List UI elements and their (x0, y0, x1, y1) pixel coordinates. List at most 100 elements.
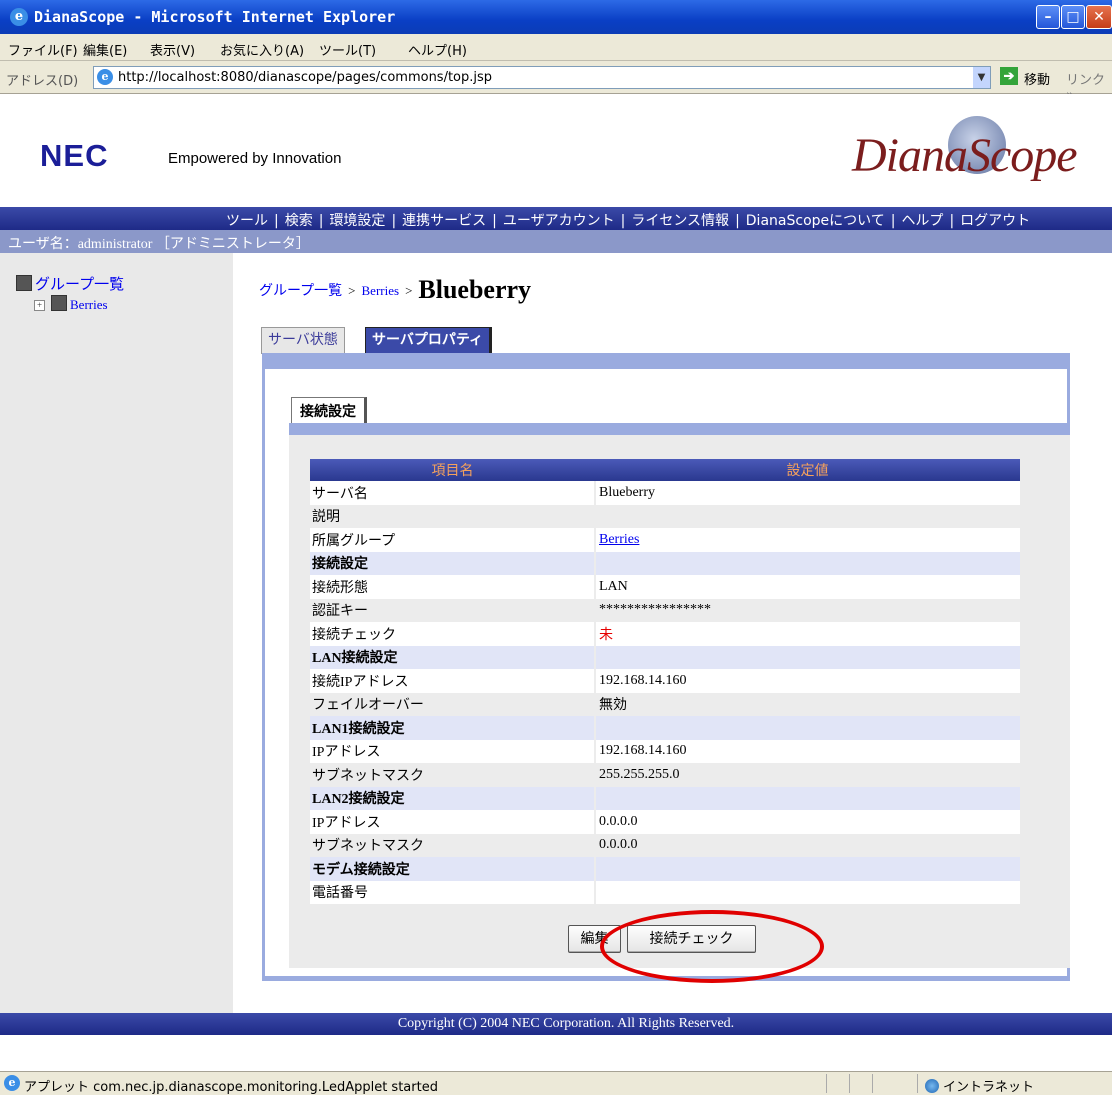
minimize-button[interactable]: – (1036, 5, 1060, 29)
connection-properties-table: 項目名 設定値 サーバ名 Blueberry 説明 所属グループ Berries 接… (310, 459, 1020, 904)
address-bar: アドレス(D) e http://localhost:8080/dianasco… (0, 61, 1112, 103)
row-label: 所属グループ (310, 528, 596, 552)
page-footer: Copyright (C) 2004 NEC Corporation. All … (0, 1013, 1112, 1035)
highlight-ellipse (600, 910, 824, 983)
column-header-item: 項目名 (310, 459, 595, 481)
menu-favorites[interactable]: お気に入り(A) (220, 40, 304, 59)
breadcrumb: グループ一覧 > Berries > Blueberry (259, 275, 531, 305)
row-value (595, 880, 1020, 904)
server-group-icon (51, 295, 67, 311)
menu-edit[interactable]: 編集(E) (83, 40, 127, 59)
breadcrumb-separator: > (405, 283, 413, 298)
tree-item-label: Berries (70, 297, 108, 312)
nav-license[interactable]: ライセンス情報 (631, 213, 729, 229)
section-heading: LAN2接続設定 (310, 786, 596, 810)
nav-integration[interactable]: 連携サービス (402, 213, 486, 229)
nav-settings[interactable]: 環境設定 (329, 213, 385, 229)
status-divider (826, 1074, 827, 1093)
nav-tools[interactable]: ツール (226, 213, 268, 229)
row-value: **************** (595, 598, 1020, 622)
maximize-icon: □ (1066, 9, 1080, 25)
row-value (595, 645, 1020, 669)
main-content: グループ一覧 > Berries > Blueberry サーバ状態 サーバプロパティ … (233, 253, 1112, 1013)
security-zone: イントラネット (925, 1076, 1034, 1095)
row-label: 接続形態 (310, 575, 596, 599)
zone-label: イントラネット (943, 1080, 1035, 1095)
row-label: サブネットマスク (310, 833, 596, 857)
row-value: 0.0.0.0 (595, 833, 1020, 857)
section-heading: LAN接続設定 (310, 645, 596, 669)
top-navigation: ツール | 検索 | 環境設定 | 連携サービス | ユーザアカウント | ライセンス情報 | Dian… (0, 207, 1112, 230)
expand-icon[interactable]: + (34, 300, 45, 311)
row-label: IPアドレス (310, 739, 596, 763)
tab-server-status[interactable]: サーバ状態 (261, 327, 345, 354)
nec-logo: NEC (40, 138, 109, 173)
section-heading: LAN1接続設定 (310, 716, 596, 740)
group-list-icon (16, 275, 32, 291)
breadcrumb-groups[interactable]: グループ一覧 (259, 284, 342, 299)
row-label: フェイルオーバー (310, 692, 596, 716)
connection-check-status: 未 (595, 622, 1020, 646)
tab-connection-settings[interactable]: 接続設定 (291, 397, 367, 426)
ie-logo-icon: e (10, 8, 28, 26)
menu-tools[interactable]: ツール(T) (319, 40, 376, 59)
dianascope-logo-text: DianaScope (852, 129, 1078, 182)
row-label: 認証キー (310, 598, 596, 622)
row-label: サーバ名 (310, 481, 596, 505)
status-divider (917, 1074, 918, 1093)
row-value (595, 786, 1020, 810)
section-heading: モデム接続設定 (310, 857, 596, 881)
nav-about[interactable]: DianaScopeについて (746, 213, 885, 229)
dianascope-logo: DianaScope (848, 110, 1078, 192)
row-label: 電話番号 (310, 880, 596, 904)
row-value (595, 857, 1020, 881)
window-title: DianaScope - Microsoft Internet Explorer (34, 8, 396, 26)
address-input[interactable]: e http://localhost:8080/dianascope/pages… (93, 66, 991, 89)
address-url: http://localhost:8080/dianascope/pages/c… (118, 70, 493, 85)
row-label: IPアドレス (310, 810, 596, 834)
group-link[interactable]: Berries (599, 532, 639, 547)
row-value: Blueberry (595, 481, 1020, 505)
row-value: 0.0.0.0 (595, 810, 1020, 834)
column-header-value: 設定値 (595, 459, 1020, 481)
breadcrumb-separator: > (348, 283, 356, 298)
nav-search[interactable]: 検索 (285, 213, 313, 229)
go-button[interactable]: 移動 (1024, 69, 1050, 88)
tab-server-properties[interactable]: サーバプロパティ (365, 327, 493, 354)
row-value: 192.168.14.160 (595, 739, 1020, 763)
row-value: LAN (595, 575, 1020, 599)
tree-root-label: グループ一覧 (35, 275, 125, 293)
user-info-bar: ユーザ名：administrator ［アドミニストレータ］ (0, 230, 1112, 253)
nav-user-account[interactable]: ユーザアカウント (503, 213, 615, 229)
close-icon: ✕ (1093, 9, 1105, 25)
status-bar: e アプレット com.nec.jp.dianascope.monitoring… (0, 1071, 1112, 1095)
user-info: ユーザ名：administrator ［アドミニストレータ］ (8, 237, 310, 252)
status-page-icon: e (4, 1075, 20, 1091)
status-message: アプレット com.nec.jp.dianascope.monitoring.L… (24, 1080, 438, 1095)
menu-help[interactable]: ヘルプ(H) (408, 40, 467, 59)
copyright-text: Copyright (C) 2004 NEC Corporation. All … (397, 1016, 735, 1031)
row-label: 接続チェック (310, 622, 596, 646)
status-divider (872, 1074, 873, 1093)
tree-root-groups[interactable]: グループ一覧 (16, 273, 124, 294)
nav-help[interactable]: ヘルプ (901, 213, 943, 229)
close-button[interactable]: ✕ (1086, 5, 1112, 29)
maximize-button[interactable]: □ (1061, 5, 1085, 29)
minimize-icon: – (1044, 9, 1052, 25)
nav-logout[interactable]: ログアウト (960, 213, 1030, 229)
menu-view[interactable]: 表示(V) (150, 40, 195, 59)
row-value (595, 716, 1020, 740)
section-heading: 接続設定 (310, 551, 596, 575)
address-dropdown-icon[interactable]: ▼ (973, 67, 990, 88)
page-header: NEC Empowered by Innovation DianaScope (0, 94, 1112, 207)
row-label: 説明 (310, 504, 596, 528)
go-arrow-icon[interactable]: ➔ (1000, 67, 1018, 85)
row-value (595, 551, 1020, 575)
tagline: Empowered by Innovation (168, 150, 342, 167)
menu-file[interactable]: ファイル(F) (8, 40, 78, 59)
address-label: アドレス(D) (6, 74, 79, 89)
row-label: 接続IPアドレス (310, 669, 596, 693)
row-value: 192.168.14.160 (595, 669, 1020, 693)
tree-item-berries[interactable]: + Berries (34, 295, 108, 313)
breadcrumb-berries[interactable]: Berries (362, 283, 400, 298)
